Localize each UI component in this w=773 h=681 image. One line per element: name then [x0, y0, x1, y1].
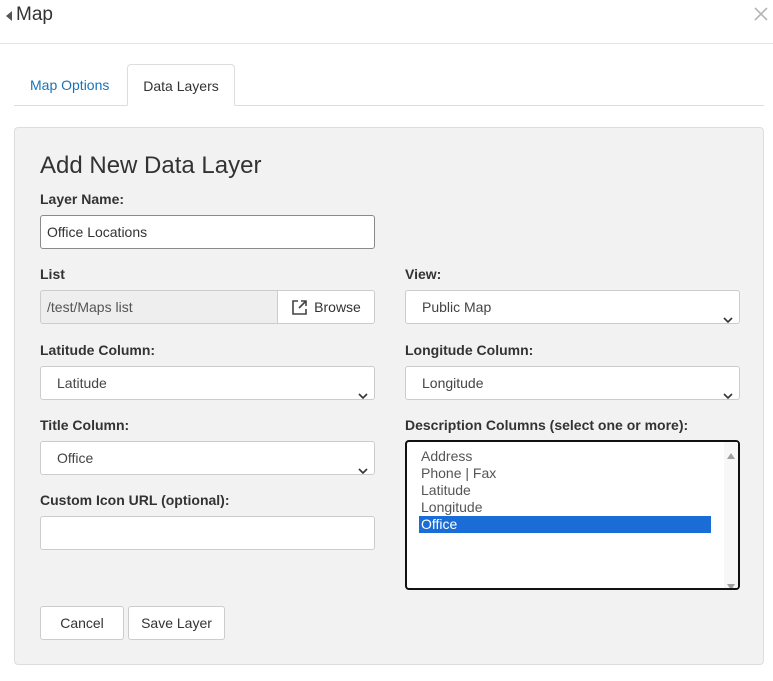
dialog-title: Map	[16, 4, 53, 25]
latitude-column-label: Latitude Column:	[40, 342, 156, 358]
description-columns-listbox[interactable]: Address Phone | Fax Latitude Longitude O…	[405, 440, 740, 590]
external-link-icon	[291, 299, 308, 316]
listbox-option-address[interactable]: Address	[419, 448, 711, 465]
custom-icon-url-input[interactable]	[40, 516, 375, 550]
dialog-header: Map	[0, 0, 773, 44]
chevron-down-icon	[723, 379, 733, 400]
listbox-option-office[interactable]: Office	[419, 516, 711, 533]
list-label: List	[40, 266, 65, 282]
tab-bar: Map Options Data Layers	[14, 64, 764, 106]
listbox-option-longitude[interactable]: Longitude	[419, 499, 711, 516]
listbox-option-phone-fax[interactable]: Phone | Fax	[419, 465, 711, 482]
list-path-field: /test/Maps list	[40, 290, 278, 324]
browse-button-label: Browse	[314, 299, 361, 315]
longitude-column-value: Longitude	[422, 375, 484, 391]
custom-icon-url-label: Custom Icon URL (optional):	[40, 492, 230, 508]
listbox-option-latitude[interactable]: Latitude	[419, 482, 711, 499]
add-data-layer-panel: Add New Data Layer Layer Name: List /tes…	[14, 127, 764, 665]
panel-title: Add New Data Layer	[40, 152, 262, 179]
scroll-up-arrow-icon[interactable]	[727, 446, 735, 459]
tab-map-options[interactable]: Map Options	[14, 64, 125, 106]
browse-button[interactable]: Browse	[277, 290, 375, 324]
view-select[interactable]: Public Map	[405, 290, 740, 324]
chevron-down-icon	[723, 303, 733, 324]
layer-name-input[interactable]	[40, 215, 375, 249]
view-select-value: Public Map	[422, 299, 492, 315]
tab-data-layers[interactable]: Data Layers	[127, 64, 235, 106]
caret-left-icon[interactable]	[6, 11, 12, 21]
title-column-select[interactable]: Office	[40, 441, 375, 475]
save-layer-button[interactable]: Save Layer	[128, 606, 225, 640]
longitude-column-select[interactable]: Longitude	[405, 366, 740, 400]
layer-name-label: Layer Name:	[40, 191, 125, 207]
cancel-button[interactable]: Cancel	[40, 606, 124, 640]
chevron-down-icon	[358, 454, 368, 475]
scroll-down-arrow-icon[interactable]	[727, 577, 735, 588]
close-icon[interactable]	[753, 6, 769, 22]
view-label: View:	[405, 266, 442, 282]
title-column-value: Office	[57, 450, 94, 466]
longitude-column-label: Longitude Column:	[405, 342, 534, 358]
chevron-down-icon	[358, 379, 368, 400]
listbox-scrollbar[interactable]	[724, 442, 738, 588]
description-columns-label: Description Columns (select one or more)…	[405, 417, 689, 433]
list-input-group: /test/Maps list Browse	[40, 290, 375, 324]
latitude-column-select[interactable]: Latitude	[40, 366, 375, 400]
title-column-label: Title Column:	[40, 417, 130, 433]
latitude-column-value: Latitude	[57, 375, 107, 391]
